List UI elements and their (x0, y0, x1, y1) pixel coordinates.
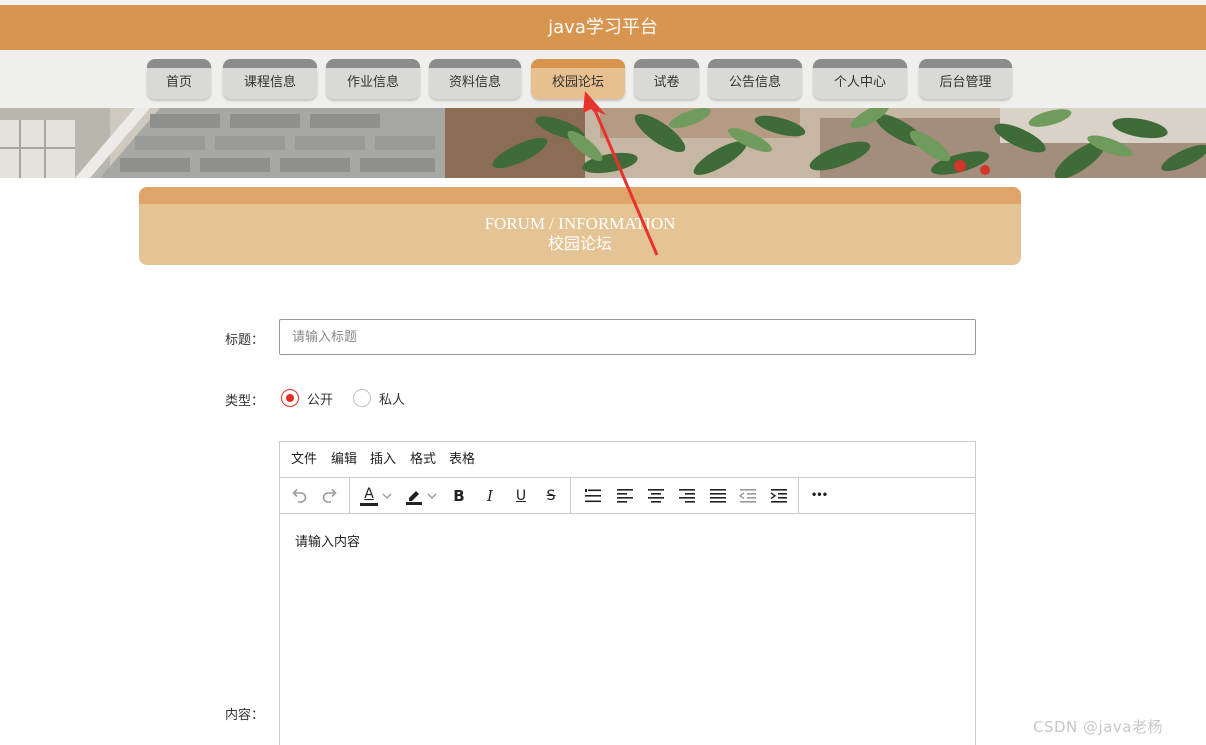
menu-table[interactable]: 表格 (449, 453, 475, 467)
nav-item-label: 后台管理 (939, 75, 992, 90)
highlight-icon[interactable] (403, 486, 425, 506)
section-header: FORUM / INFORMATION 校园论坛 (139, 187, 1021, 265)
radio-public[interactable]: 公开 (281, 389, 334, 408)
nav-item-courses[interactable]: 课程信息 (223, 59, 317, 99)
content-label: 内容： (225, 708, 265, 723)
section-title-cn: 校园论坛 (547, 234, 612, 253)
nav-item-label: 资料信息 (448, 75, 501, 90)
radio-private-label: 私人 (379, 392, 406, 408)
nav-item-home[interactable]: 首页 (147, 59, 211, 99)
italic-icon[interactable]: I (479, 486, 501, 506)
nav-item-assignments[interactable]: 作业信息 (326, 59, 420, 99)
title-input[interactable] (279, 319, 976, 355)
section-header-band (139, 187, 1021, 204)
nav-item-label: 公告信息 (728, 75, 781, 90)
chevron-down-icon[interactable] (381, 486, 393, 506)
align-left-icon[interactable] (614, 486, 636, 506)
outdent-icon[interactable] (737, 486, 759, 506)
more-glyph: ••• (810, 490, 828, 501)
bullet-list-icon[interactable] (582, 486, 604, 506)
nav-item-label: 课程信息 (243, 75, 296, 90)
menu-insert[interactable]: 插入 (370, 453, 396, 467)
site-title: java学习平台 (0, 5, 1206, 50)
editor-menubar: 文件 编辑 插入 格式 表格 (280, 442, 975, 478)
indent-icon[interactable] (768, 486, 790, 506)
nav-item-announcements[interactable]: 公告信息 (708, 59, 802, 99)
watermark-text: CSDN @java老杨 (1033, 718, 1163, 736)
rich-text-editor: 文件 编辑 插入 格式 表格 A B I U S ••• 请输入内容 (279, 441, 976, 745)
strikethrough-icon[interactable]: S (540, 486, 562, 506)
undo-icon[interactable] (288, 486, 310, 506)
type-label: 类型： (225, 394, 265, 409)
menu-edit[interactable]: 编辑 (331, 453, 357, 467)
menu-format[interactable]: 格式 (410, 453, 436, 467)
section-title-en: FORUM / INFORMATION (484, 214, 676, 233)
nav-item-materials[interactable]: 资料信息 (429, 59, 521, 99)
radio-private[interactable]: 私人 (353, 389, 406, 408)
italic-glyph: I (487, 487, 493, 505)
align-right-icon[interactable] (676, 486, 698, 506)
editor-toolbar: A B I U S ••• (280, 478, 975, 514)
align-center-icon[interactable] (645, 486, 667, 506)
nav-item-label: 个人中心 (833, 75, 886, 90)
nav-item-label: 试卷 (653, 75, 680, 90)
nav-item-forum[interactable]: 校园论坛 (531, 59, 625, 99)
font-color-glyph: A (364, 486, 374, 502)
menu-file[interactable]: 文件 (291, 453, 317, 467)
nav-item-profile[interactable]: 个人中心 (813, 59, 907, 99)
nav-item-label: 作业信息 (346, 75, 399, 90)
main-nav: 首页 课程信息 作业信息 资料信息 校园论坛 试卷 公告信息 个人中心 后台管理 (0, 50, 1206, 108)
chevron-down-icon[interactable] (426, 486, 438, 506)
bold-glyph: B (453, 487, 465, 505)
editor-content[interactable]: 请输入内容 (295, 531, 360, 550)
underline-glyph: U (515, 488, 527, 504)
radio-public-label: 公开 (307, 392, 334, 408)
radio-unchecked-icon (353, 389, 371, 407)
align-justify-icon[interactable] (707, 486, 729, 506)
more-options-icon[interactable]: ••• (807, 486, 831, 506)
redo-icon[interactable] (319, 486, 341, 506)
font-color-icon[interactable]: A (358, 486, 380, 506)
banner-image (0, 108, 1206, 178)
title-label: 标题： (225, 333, 265, 348)
nav-item-label: 校园论坛 (551, 75, 604, 90)
nav-item-admin[interactable]: 后台管理 (919, 59, 1012, 99)
nav-item-label: 首页 (165, 75, 192, 90)
nav-item-exams[interactable]: 试卷 (634, 59, 699, 99)
bold-icon[interactable]: B (448, 486, 470, 506)
radio-checked-icon (281, 389, 299, 407)
strike-glyph: S (546, 488, 556, 504)
underline-icon[interactable]: U (510, 486, 532, 506)
